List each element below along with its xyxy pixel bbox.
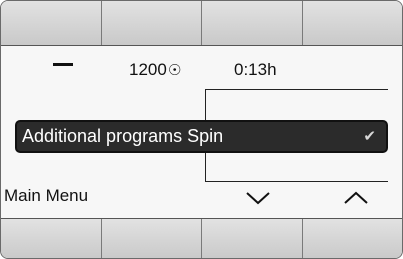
upper-bracket-corner xyxy=(205,89,214,90)
chevron-down-icon[interactable] xyxy=(243,186,273,210)
main-menu-link[interactable]: Main Menu xyxy=(4,186,88,206)
top-key-4[interactable] xyxy=(302,1,402,45)
spiral-icon: ☉ xyxy=(167,62,182,79)
chevron-up-icon[interactable] xyxy=(341,186,371,210)
top-key-row xyxy=(1,1,402,46)
status-row: 1200☉ 0:13h xyxy=(1,60,402,84)
selected-program-label: Additional programs Spin xyxy=(22,126,224,146)
bottom-key-4[interactable] xyxy=(302,219,402,258)
upper-bracket-vertical xyxy=(205,89,206,120)
bottom-key-1[interactable] xyxy=(1,219,102,258)
lower-bracket-vertical xyxy=(205,153,206,181)
spin-speed: 1200☉ xyxy=(129,60,181,80)
navigation-row: Main Menu xyxy=(1,182,402,212)
upper-bracket-horizontal xyxy=(213,89,388,90)
bottom-key-3[interactable] xyxy=(202,219,303,258)
minus-indicator xyxy=(53,63,73,66)
spin-speed-value: 1200 xyxy=(129,60,167,79)
checkmark-icon: ✔ xyxy=(363,128,376,145)
top-key-2[interactable] xyxy=(101,1,202,45)
display-area: 1200☉ 0:13h Additional programs Spin ✔ M… xyxy=(1,46,402,218)
remaining-time: 0:13h xyxy=(234,60,277,79)
bottom-key-2[interactable] xyxy=(101,219,202,258)
selected-program-item[interactable]: Additional programs Spin ✔ xyxy=(15,120,388,153)
top-key-3[interactable] xyxy=(202,1,303,45)
control-panel-screen: 1200☉ 0:13h Additional programs Spin ✔ M… xyxy=(0,0,403,259)
bottom-key-row xyxy=(1,218,402,258)
top-key-1[interactable] xyxy=(1,1,102,45)
